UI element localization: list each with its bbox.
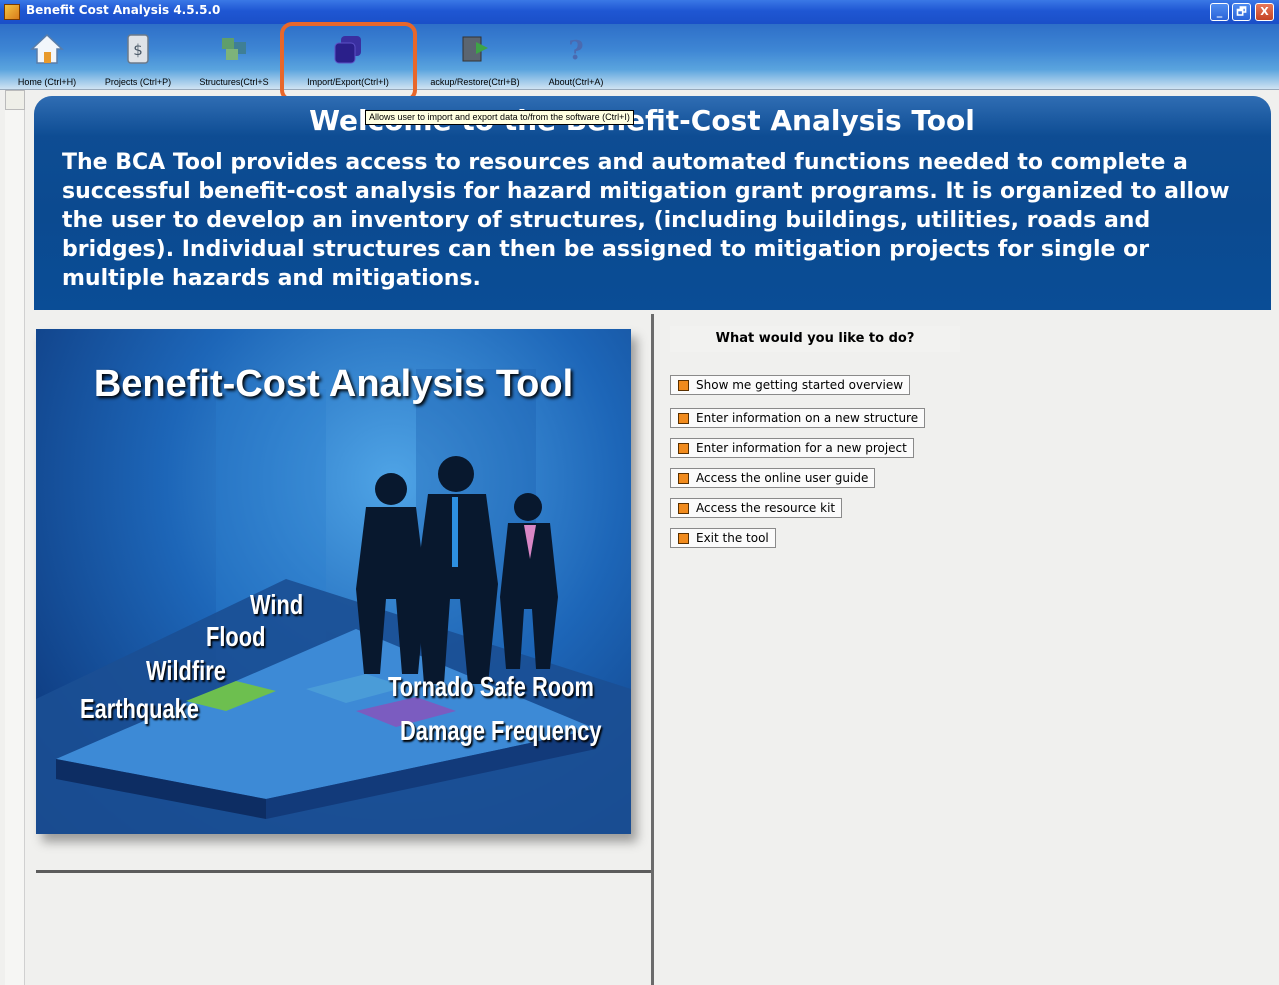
hazard-flood: Flood xyxy=(206,621,266,652)
toolbar-about-label: About(Ctrl+A) xyxy=(548,77,604,87)
toolbar-structures-button[interactable]: Structures(Ctrl+S xyxy=(188,24,280,90)
window-title: Benefit Cost Analysis 4.5.5.0 xyxy=(26,3,221,17)
orange-bullet-icon xyxy=(678,503,689,514)
welcome-banner: Welcome to the Benefit-Cost Analysis Too… xyxy=(34,96,1271,310)
home-icon xyxy=(30,33,64,64)
toolbar-projects-button[interactable]: $ Projects (Ctrl+P) xyxy=(92,24,184,90)
toolbar-about-button[interactable]: ? About(Ctrl+A) xyxy=(536,24,616,90)
hazard-tornado-safe-room: Tornado Safe Room xyxy=(388,671,594,702)
poster-title: Benefit-Cost Analysis Tool xyxy=(93,363,574,405)
toolbar-home-button[interactable]: Home (Ctrl+H) xyxy=(8,24,86,90)
actions-heading: What would you like to do? xyxy=(670,326,960,352)
left-nav-strip xyxy=(5,90,25,985)
action-new-structure[interactable]: Enter information on a new structure xyxy=(670,408,926,428)
toolbar-backup-restore-button[interactable]: ackup/Restore(Ctrl+B) xyxy=(418,24,532,90)
hazard-damage-frequency: Damage Frequency xyxy=(400,715,602,746)
svg-text:$: $ xyxy=(133,41,143,59)
hazard-earthquake: Earthquake xyxy=(80,693,199,724)
orange-bullet-icon xyxy=(678,533,689,544)
bca-tool-poster: Benefit-Cost Analysis Tool Wind Flood Wi… xyxy=(36,329,631,834)
panel-divider-vertical xyxy=(651,314,654,985)
action-label: Show me getting started overview xyxy=(696,378,904,392)
action-label: Access the resource kit xyxy=(696,501,836,515)
action-resource-kit[interactable]: Access the resource kit xyxy=(670,498,843,518)
main-toolbar: Home (Ctrl+H) $ Projects (Ctrl+P) Struct… xyxy=(0,24,1279,90)
orange-bullet-icon xyxy=(678,413,689,424)
toolbar-projects-label: Projects (Ctrl+P) xyxy=(104,77,172,87)
orange-bullet-icon xyxy=(678,473,689,484)
orange-bullet-icon xyxy=(678,380,689,391)
hazard-wildfire: Wildfire xyxy=(146,655,226,686)
banner-title: Welcome to the Benefit-Cost Analysis Too… xyxy=(309,104,975,137)
action-label: Exit the tool xyxy=(696,531,769,545)
svg-text:?: ? xyxy=(568,36,583,66)
import-export-tooltip: Allows user to import and export data to… xyxy=(365,110,634,125)
action-label: Enter information for a new project xyxy=(696,441,907,455)
import-export-highlight xyxy=(280,22,417,102)
about-icon: ? xyxy=(568,36,583,66)
action-new-project[interactable]: Enter information for a new project xyxy=(670,438,914,458)
left-nav-tab[interactable] xyxy=(5,90,25,110)
minimize-button[interactable]: _ xyxy=(1210,3,1229,21)
toolbar-backup-restore-label: ackup/Restore(Ctrl+B) xyxy=(430,77,520,87)
close-button[interactable]: X xyxy=(1255,3,1274,21)
toolbar-home-label: Home (Ctrl+H) xyxy=(17,77,77,87)
action-online-user-guide[interactable]: Access the online user guide xyxy=(670,468,876,488)
orange-bullet-icon xyxy=(678,443,689,454)
title-bar: Benefit Cost Analysis 4.5.5.0 _ 🗗 X xyxy=(0,0,1279,24)
banner-text: The BCA Tool provides access to resource… xyxy=(62,150,1230,291)
structures-icon xyxy=(222,38,246,60)
projects-icon: $ xyxy=(127,34,149,64)
panel-divider-horizontal xyxy=(36,870,651,873)
action-label: Enter information on a new structure xyxy=(696,411,919,425)
app-icon xyxy=(4,4,20,20)
toolbar-structures-label: Structures(Ctrl+S xyxy=(199,77,269,87)
restore-button[interactable]: 🗗 xyxy=(1232,3,1251,21)
action-label: Access the online user guide xyxy=(696,471,869,485)
action-exit-tool[interactable]: Exit the tool xyxy=(670,528,776,548)
hazard-wind: Wind xyxy=(250,589,304,620)
backup-restore-icon xyxy=(462,36,488,62)
action-getting-started[interactable]: Show me getting started overview xyxy=(670,375,911,395)
